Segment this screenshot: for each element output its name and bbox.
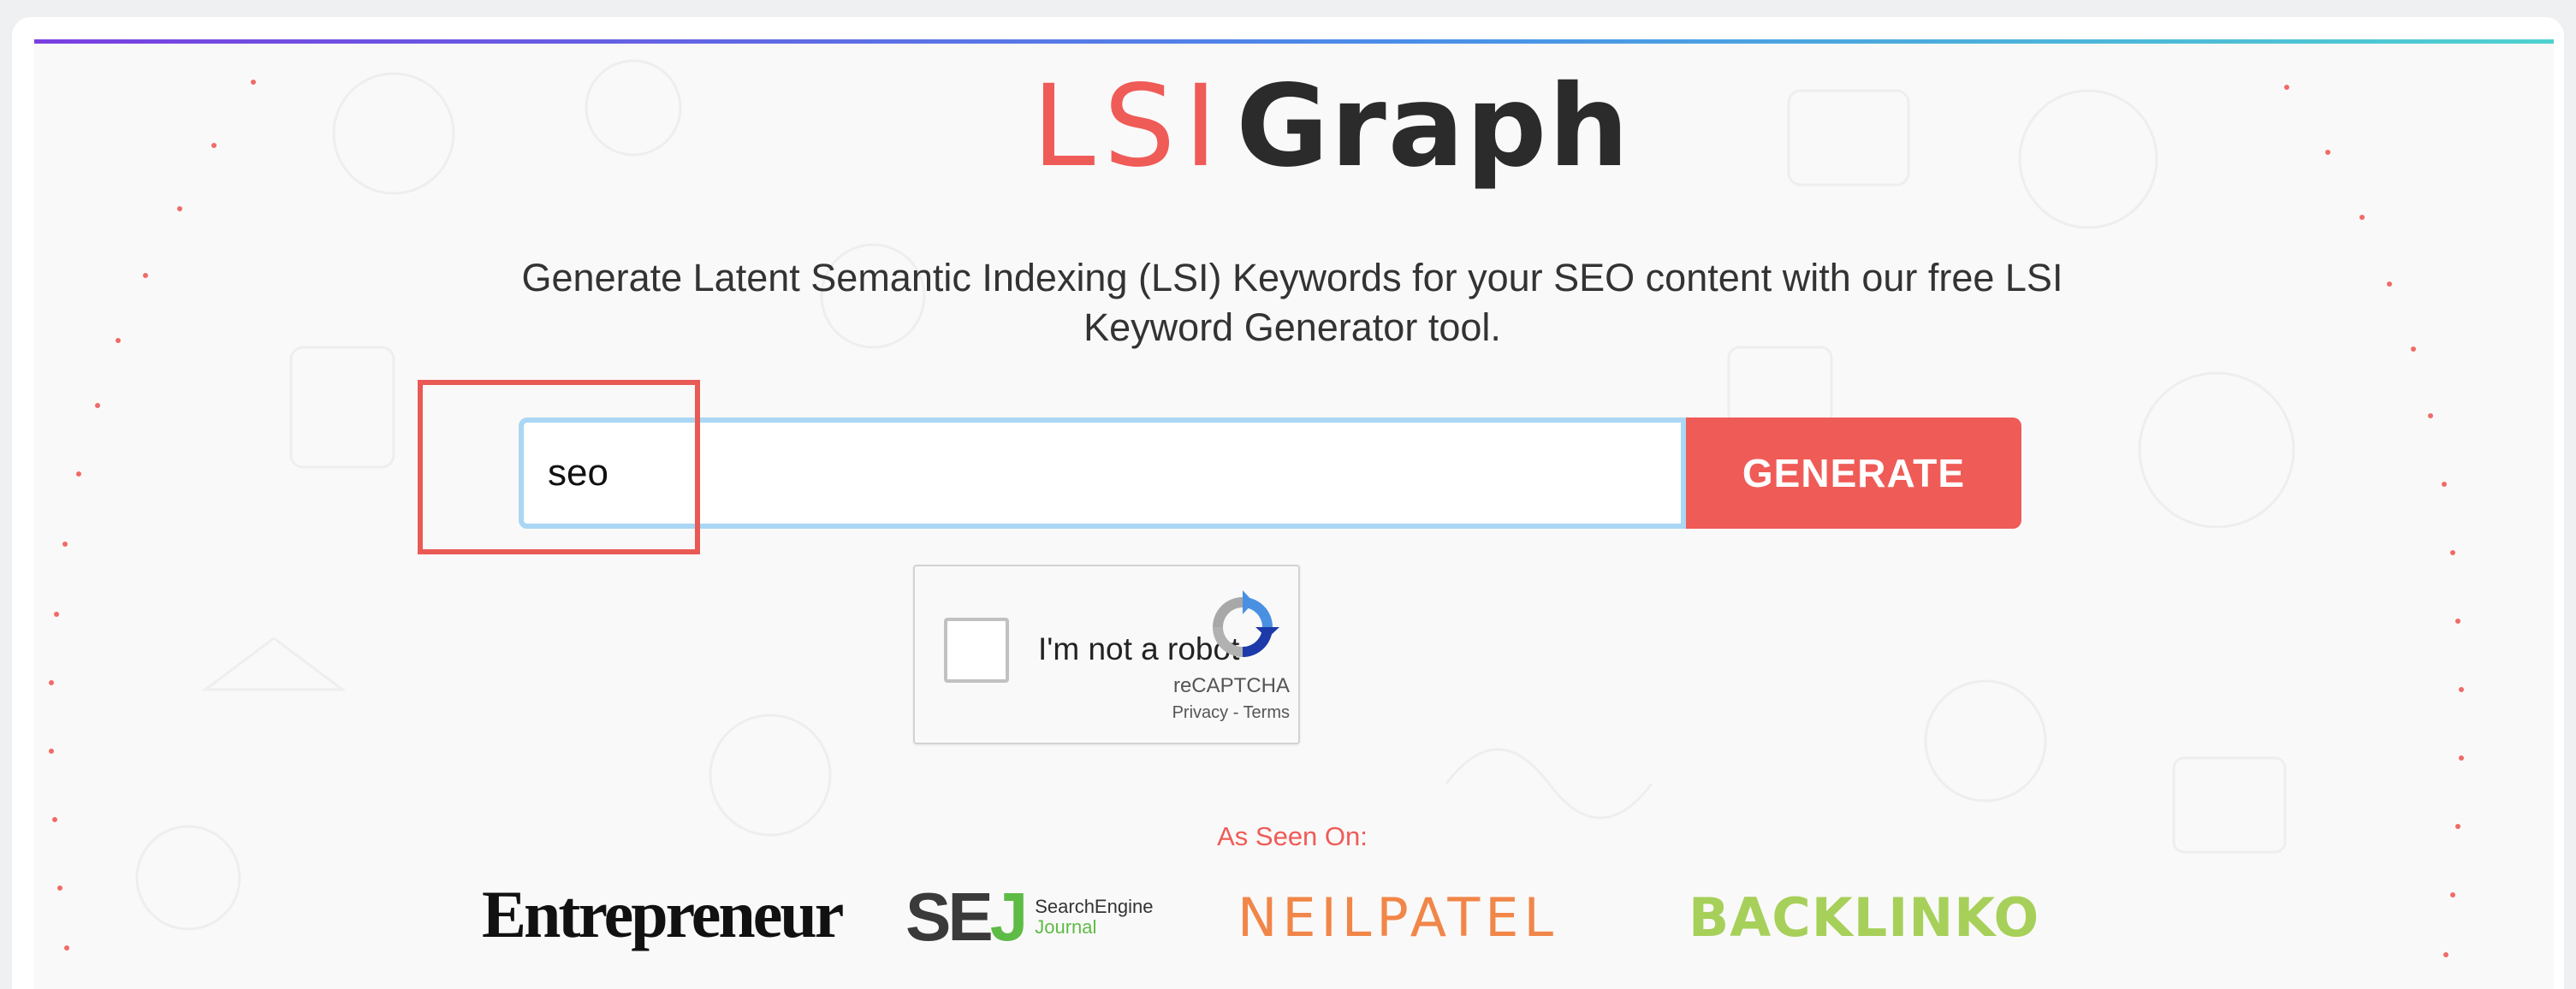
- sej-searchengine-text: SearchEngine: [1035, 896, 1154, 917]
- search-form: GENERATE: [519, 418, 2021, 530]
- sej-mark: SEJ: [905, 878, 1028, 956]
- search-engine-journal-logo: SEJ SearchEngine Journal: [905, 878, 1153, 956]
- browser-window: LSIGraph Generate Latent Semantic Indexi…: [12, 17, 2564, 989]
- recaptcha-icon: [1213, 590, 1279, 657]
- neil-patel-logo: NEILPATEL: [1238, 886, 1558, 949]
- as-seen-on-heading: As Seen On:: [1217, 821, 1368, 851]
- sej-journal-text: Journal: [1035, 916, 1097, 938]
- recaptcha-privacy-terms-link[interactable]: Privacy - Terms: [1136, 703, 1290, 723]
- page: LSIGraph Generate Latent Semantic Indexi…: [34, 39, 2554, 989]
- sej-j: J: [989, 879, 1028, 955]
- logo-graph-text: Graph: [1236, 61, 1631, 192]
- recaptcha-checkbox[interactable]: [944, 618, 1009, 683]
- lsigraph-logo[interactable]: LSIGraph: [1032, 58, 1629, 195]
- recaptcha-brand: reCAPTCHA: [1172, 674, 1290, 697]
- sej-se: SE: [905, 879, 994, 955]
- sej-subtitle: SearchEngine Journal: [1035, 897, 1153, 938]
- entrepreneur-logo: Entrepreneur: [482, 877, 844, 951]
- logo-lsi-text: LSI: [1032, 61, 1226, 192]
- recaptcha-widget: I'm not a robot reCAPTCHA Privacy - Term…: [913, 565, 1300, 744]
- generate-button[interactable]: GENERATE: [1686, 418, 2021, 529]
- tagline: Generate Latent Semantic Indexing (LSI) …: [521, 256, 2063, 349]
- annotation-highlight-box: [418, 380, 700, 554]
- backlinko-logo: BACKLINKO: [1689, 886, 2040, 949]
